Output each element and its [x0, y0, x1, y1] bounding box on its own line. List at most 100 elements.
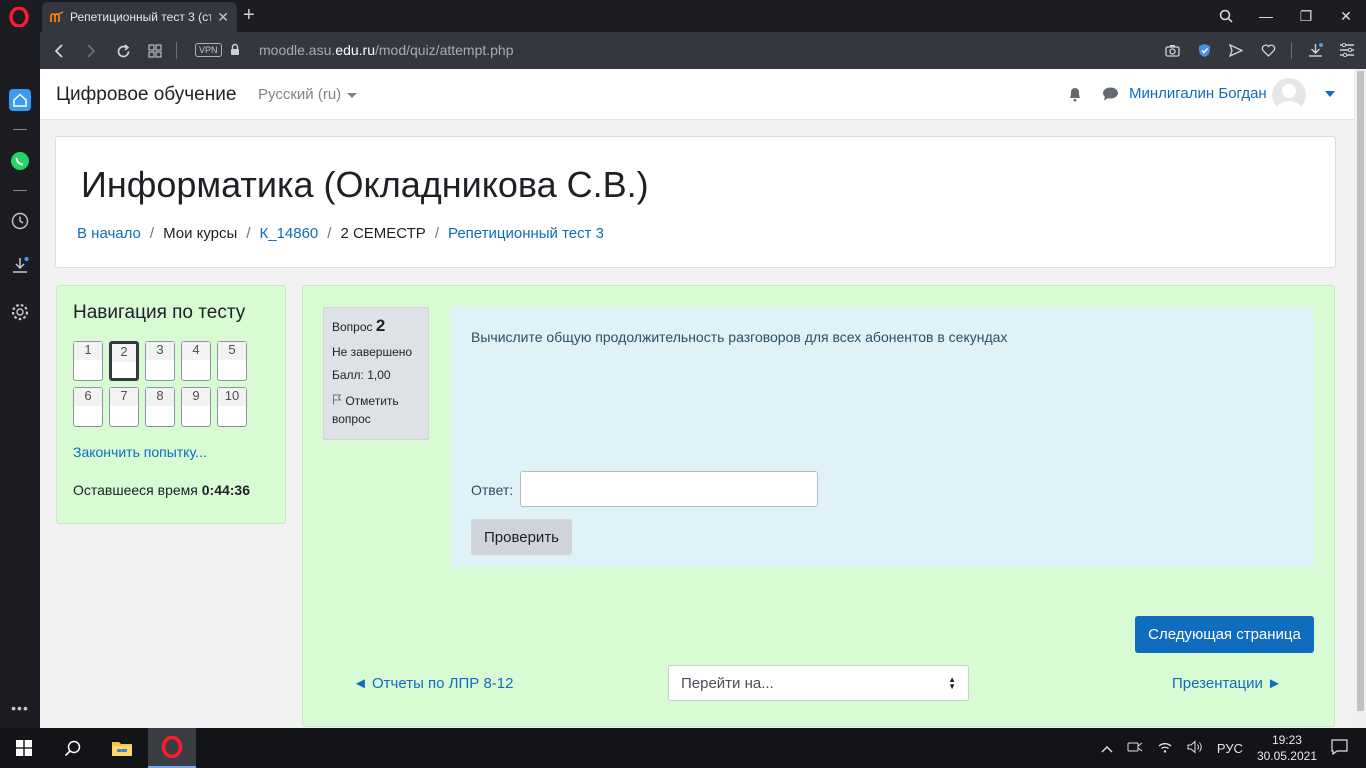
taskbar-clock[interactable]: 19:23 30.05.2021	[1257, 732, 1317, 764]
page-scrollbar[interactable]	[1354, 69, 1366, 728]
next-activity-link[interactable]: Презентации ►	[1172, 675, 1282, 692]
check-button[interactable]: Проверить	[471, 519, 572, 555]
whatsapp-icon[interactable]	[8, 149, 32, 173]
settings-gear-icon[interactable]	[8, 300, 32, 324]
url-prefix: moodle.asu.	[259, 42, 336, 58]
breadcrumb: В начало / Мои курсы / К_14860 / 2 СЕМЕС…	[77, 225, 604, 242]
browser-sidebar: •••	[0, 32, 40, 728]
address-bar-actions	[1163, 40, 1356, 60]
next-page-button[interactable]: Следующая страница	[1135, 616, 1314, 653]
breadcrumb-course-link[interactable]: К_14860	[259, 225, 318, 242]
select-arrows-icon: ▲ ▼	[948, 675, 956, 691]
user-avatar[interactable]	[1272, 78, 1306, 112]
search-tabs-icon[interactable]	[1206, 0, 1246, 32]
time-left: Оставшееся время 0:44:36	[73, 482, 250, 498]
send-flow-icon[interactable]	[1227, 40, 1245, 60]
question-info-box: Вопрос 2 Не завершено Балл: 1,00 Отметит…	[323, 307, 429, 440]
home-icon[interactable]	[8, 88, 32, 112]
actions-divider	[1291, 41, 1292, 59]
speed-dial-grid-icon[interactable]	[144, 40, 166, 62]
sidebar-divider	[13, 129, 27, 130]
breadcrumb-separator: /	[246, 225, 251, 242]
reload-icon[interactable]	[112, 40, 134, 62]
caret-down-icon	[347, 92, 358, 98]
quiz-nav-question-button[interactable]: 4	[181, 341, 211, 381]
sidebar-more-icon[interactable]: •••	[8, 696, 32, 720]
scrollbar-thumb[interactable]	[1357, 71, 1364, 711]
opera-taskbar-icon[interactable]	[148, 728, 196, 768]
question-number: 5	[218, 342, 246, 360]
messages-chat-icon[interactable]	[1102, 87, 1119, 106]
quiz-nav-question-button[interactable]: 1	[73, 341, 103, 381]
breadcrumb-section: 2 СЕМЕСТР	[340, 225, 426, 242]
opera-logo-icon[interactable]	[8, 6, 30, 28]
easy-setup-menu-icon[interactable]	[1338, 40, 1356, 60]
quiz-navigation-block: Навигация по тесту 1 2 3 4 5 6 7 8 9 10 …	[56, 285, 286, 524]
restore-button[interactable]: ❐	[1286, 0, 1326, 32]
new-tab-button[interactable]: +	[243, 4, 255, 26]
finish-attempt-link[interactable]: Закончить попытку...	[73, 444, 207, 460]
minimize-button[interactable]: —	[1246, 0, 1286, 32]
time-left-label: Оставшееся время	[73, 482, 198, 498]
user-menu-caret-icon[interactable]	[1325, 91, 1335, 97]
file-explorer-icon[interactable]	[98, 728, 146, 768]
quiz-nav-question-button-current[interactable]: 2	[109, 341, 139, 381]
lock-icon[interactable]	[230, 43, 240, 61]
tab-close-icon[interactable]: ✕	[217, 9, 229, 26]
quiz-nav-question-button[interactable]: 5	[217, 341, 247, 381]
keyboard-layout-icon[interactable]	[1127, 740, 1143, 757]
flag-question-toggle[interactable]: Отметить вопрос	[332, 392, 420, 428]
quiz-nav-question-button[interactable]: 10	[217, 387, 247, 427]
clock-date: 30.05.2021	[1256, 749, 1317, 763]
flag-label-line2: вопрос	[332, 412, 371, 426]
question-number: 8	[146, 388, 174, 406]
quiz-nav-question-button[interactable]: 7	[109, 387, 139, 427]
wifi-icon[interactable]	[1157, 740, 1173, 756]
quiz-nav-question-button[interactable]: 9	[181, 387, 211, 427]
site-name-link[interactable]: Цифровое обучение	[56, 84, 236, 106]
quiz-nav-question-button[interactable]: 6	[73, 387, 103, 427]
question-number: 10	[218, 388, 246, 406]
sidebar-downloads-icon[interactable]	[8, 253, 32, 277]
downloads-icon[interactable]	[1306, 40, 1324, 60]
question-number-label: Вопрос 2	[332, 316, 420, 336]
answer-input[interactable]	[520, 471, 818, 507]
question-number: 2	[112, 344, 136, 362]
time-left-value: 0:44:36	[201, 482, 251, 498]
close-window-button[interactable]: ✕	[1326, 0, 1366, 32]
question-content: Вычислите общую продолжительность разгов…	[451, 307, 1314, 567]
heart-bookmark-icon[interactable]	[1259, 40, 1277, 60]
quiz-nav-question-button[interactable]: 3	[145, 341, 175, 381]
adblock-shield-icon[interactable]	[1195, 40, 1213, 60]
history-clock-icon[interactable]	[8, 209, 32, 233]
breadcrumb-quiz-link[interactable]: Репетиционный тест 3	[448, 225, 604, 242]
breadcrumb-my-courses: Мои курсы	[163, 225, 238, 242]
browser-tab[interactable]: Репетиционный тест 3 (ст ✕	[42, 2, 237, 32]
url-field[interactable]: moodle.asu.edu.ru/mod/quiz/attempt.php	[259, 42, 514, 58]
jump-to-select[interactable]: Перейти на... ▲ ▼	[668, 665, 969, 701]
vpn-badge[interactable]: VPN	[195, 43, 222, 57]
page-title: Информатика (Окладникова С.В.)	[81, 164, 649, 205]
taskbar-search-icon[interactable]	[48, 728, 96, 768]
input-language-indicator[interactable]: РУС	[1217, 741, 1243, 756]
action-center-icon[interactable]	[1331, 738, 1348, 758]
system-tray: РУС 19:23 30.05.2021	[1101, 728, 1366, 768]
question-text: Вычислите общую продолжительность разгов…	[471, 329, 1008, 345]
tray-chevron-up-icon[interactable]	[1101, 741, 1113, 756]
volume-icon[interactable]	[1187, 739, 1203, 757]
user-name-link[interactable]: Минлигалин Богдан	[1129, 85, 1267, 102]
language-selector[interactable]: Русский (ru)	[258, 86, 358, 103]
quiz-nav-question-button[interactable]: 8	[145, 387, 175, 427]
previous-activity-link[interactable]: ◄ Отчеты по ЛПР 8-12	[353, 675, 513, 692]
question-number: 2	[375, 316, 386, 335]
forward-arrow-icon[interactable]	[80, 40, 102, 62]
notifications-bell-icon[interactable]	[1068, 86, 1082, 107]
windows-start-icon[interactable]	[0, 728, 48, 768]
jump-to-value: Перейти на...	[681, 674, 774, 692]
question-status: Не завершено	[332, 345, 413, 359]
back-arrow-icon[interactable]	[48, 40, 70, 62]
browser-tab-bar: Репетиционный тест 3 (ст ✕ + — ❐ ✕	[0, 0, 1366, 32]
snapshot-camera-icon[interactable]	[1163, 40, 1181, 60]
course-header: Информатика (Окладникова С.В.) В начало …	[55, 136, 1336, 268]
breadcrumb-home-link[interactable]: В начало	[77, 225, 141, 242]
